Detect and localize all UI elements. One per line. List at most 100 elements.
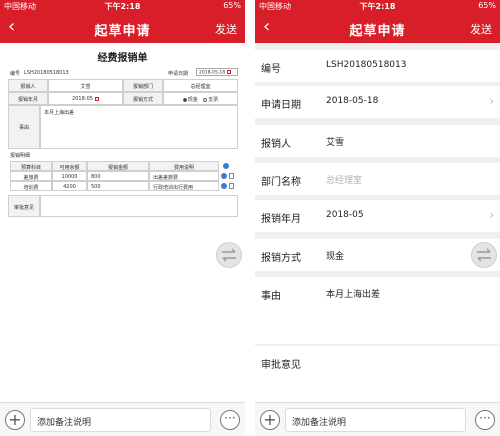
- note-input[interactable]: 添加备注说明: [30, 408, 211, 432]
- form-method-label: 报销方式: [123, 92, 163, 105]
- note-input[interactable]: 添加备注说明: [285, 408, 466, 432]
- list-apply-date-label: 申请日期: [261, 100, 301, 111]
- list-dept-label: 部门名称: [261, 177, 301, 188]
- phone-left-form-view: 中国移动 下午2:18 65% ‹ 起草申请 发送 经费报销单 编号 LSH20…: [0, 0, 245, 436]
- list-month-label: 报销年月: [261, 214, 301, 225]
- form-reason-label: 事由: [8, 105, 40, 149]
- status-bar: 中国移动 下午2:18 65%: [0, 0, 245, 13]
- field-list: 编号 LSH20180518013 申请日期 2018-05-18 › 报销人 …: [255, 43, 500, 402]
- detail-header-desc: 费用说明: [149, 161, 219, 171]
- detail-row-2-subject[interactable]: 培训费: [10, 181, 52, 191]
- radio-cash[interactable]: 现金: [182, 97, 198, 103]
- detail-row-1-balance: 10000: [52, 171, 87, 181]
- send-button[interactable]: 发送: [215, 21, 237, 37]
- list-method-label: 报销方式: [261, 253, 301, 264]
- form-meta-row: 编号 LSH20180518013 申请日期 2018-05-18: [0, 67, 245, 79]
- form-approval-label: 审批意见: [8, 195, 40, 217]
- swap-arrows-icon: [222, 248, 236, 262]
- battery-level: 65%: [478, 1, 496, 10]
- swap-arrows-icon: [477, 248, 491, 262]
- more-icon[interactable]: ···: [220, 410, 240, 430]
- detail-row-1-amount[interactable]: 800: [87, 171, 149, 181]
- form-applicant-label: 报销人: [8, 79, 48, 92]
- form-method-options: 现金 支票: [163, 92, 238, 105]
- list-row-no: 编号 LSH20180518013: [255, 50, 500, 82]
- list-row-apply-date[interactable]: 申请日期 2018-05-18 ›: [255, 86, 500, 118]
- list-applicant-label: 报销人: [261, 139, 291, 150]
- list-row-month[interactable]: 报销年月 2018-05 ›: [255, 200, 500, 232]
- form-reason-textarea[interactable]: 本月上海出差: [40, 105, 238, 149]
- more-icon[interactable]: ···: [475, 410, 495, 430]
- bottom-toolbar: + 添加备注说明 ···: [255, 402, 500, 436]
- clock: 下午2:18: [104, 2, 141, 11]
- form-grid: 报销人 艾雪 报销部门 总经理室 报销年月 2018-05 报销方式 现金 支票…: [8, 79, 238, 243]
- form-approval-field[interactable]: [40, 195, 238, 217]
- detail-header-subject: 预算科目: [10, 161, 52, 171]
- page-title: 起草申请: [349, 24, 406, 39]
- form-title: 经费报销单: [97, 53, 148, 64]
- list-reason-value: 本月上海出差: [326, 290, 381, 300]
- form-apply-date-field[interactable]: 2018-05-18: [196, 68, 238, 76]
- list-apply-date-value: 2018-05-18: [326, 96, 379, 106]
- radio-cash-label: 现金: [187, 97, 198, 103]
- battery-level: 65%: [223, 1, 241, 10]
- detail-row-1-desc[interactable]: 出差差旅费: [149, 171, 219, 181]
- form-reason-value: 本月上海出差: [44, 110, 75, 116]
- list-method-value: 现金: [326, 252, 345, 262]
- calendar-icon: [227, 70, 232, 74]
- list-approval-label: 审批意见: [261, 360, 301, 371]
- list-row-dept[interactable]: 部门名称 总经理室: [255, 163, 500, 195]
- nav-bar: ‹ 起草申请 发送: [0, 13, 245, 43]
- list-dept-placeholder: 总经理室: [326, 176, 363, 186]
- radio-checked-icon: [182, 97, 187, 102]
- detail-row-1-subject[interactable]: 差旅费: [10, 171, 52, 181]
- form-no-value: LSH20180518013: [24, 70, 69, 76]
- form-detail-label: 报销明细: [10, 153, 31, 159]
- form-apply-date-value: 2018-05-18: [199, 70, 226, 76]
- swap-view-button[interactable]: [471, 242, 497, 268]
- radio-unchecked-icon: [203, 97, 208, 102]
- radio-bank-label: 支票: [208, 97, 219, 103]
- status-bar: 中国移动 下午2:18 65%: [255, 0, 500, 13]
- form-dept-value[interactable]: 总经理室: [163, 79, 238, 92]
- list-no-label: 编号: [261, 64, 281, 75]
- list-reason-label: 事由: [261, 291, 281, 302]
- radio-bank[interactable]: 支票: [203, 97, 218, 103]
- trash-icon[interactable]: [229, 183, 234, 189]
- list-no-value: LSH20180518013: [326, 60, 407, 70]
- form-no-label: 编号: [10, 71, 21, 77]
- add-row-icon[interactable]: [223, 163, 229, 169]
- detail-row-2-amount[interactable]: 500: [87, 181, 149, 191]
- plus-icon[interactable]: +: [260, 410, 280, 430]
- list-applicant-value: 艾雪: [326, 138, 345, 148]
- list-row-reason[interactable]: 事由 本月上海出差: [255, 277, 500, 344]
- form-applicant-value[interactable]: 艾雪: [48, 79, 123, 92]
- detail-header-balance: 可用余额: [52, 161, 87, 171]
- form-month-field[interactable]: 2018-05: [48, 92, 123, 105]
- form-apply-date-label: 申请日期: [168, 71, 189, 77]
- trash-icon[interactable]: [229, 173, 234, 179]
- phone-right-list-view: 中国移动 下午2:18 65% ‹ 起草申请 发送 编号 LSH20180518…: [255, 0, 500, 436]
- plus-icon[interactable]: +: [5, 410, 25, 430]
- page-title: 起草申请: [94, 24, 151, 39]
- list-row-applicant[interactable]: 报销人 艾雪: [255, 125, 500, 157]
- list-row-approval[interactable]: 审批意见: [255, 346, 500, 402]
- nav-bar: ‹ 起草申请 发送: [255, 13, 500, 43]
- detail-header-amount: 报销金额: [87, 161, 149, 171]
- detail-row-2-desc[interactable]: 行政培训出行费用: [149, 181, 219, 191]
- list-row-method[interactable]: 报销方式 现金: [255, 239, 500, 271]
- form-dept-label: 报销部门: [123, 79, 163, 92]
- detail-row-2-balance: 4200: [52, 181, 87, 191]
- send-button[interactable]: 发送: [470, 21, 492, 37]
- calendar-icon: [94, 96, 99, 101]
- bottom-toolbar: + 添加备注说明 ···: [0, 402, 245, 436]
- form-sheet: 经费报销单 编号 LSH20180518013 申请日期 2018-05-18 …: [0, 43, 245, 402]
- add-row-icon[interactable]: [221, 173, 227, 179]
- list-month-value: 2018-05: [326, 210, 364, 220]
- form-month-value: 2018-05: [72, 96, 93, 102]
- form-month-label: 报销年月: [8, 92, 48, 105]
- add-row-icon[interactable]: [221, 183, 227, 189]
- swap-view-button[interactable]: [216, 242, 242, 268]
- clock: 下午2:18: [359, 2, 396, 11]
- chevron-right-icon: ›: [489, 94, 494, 108]
